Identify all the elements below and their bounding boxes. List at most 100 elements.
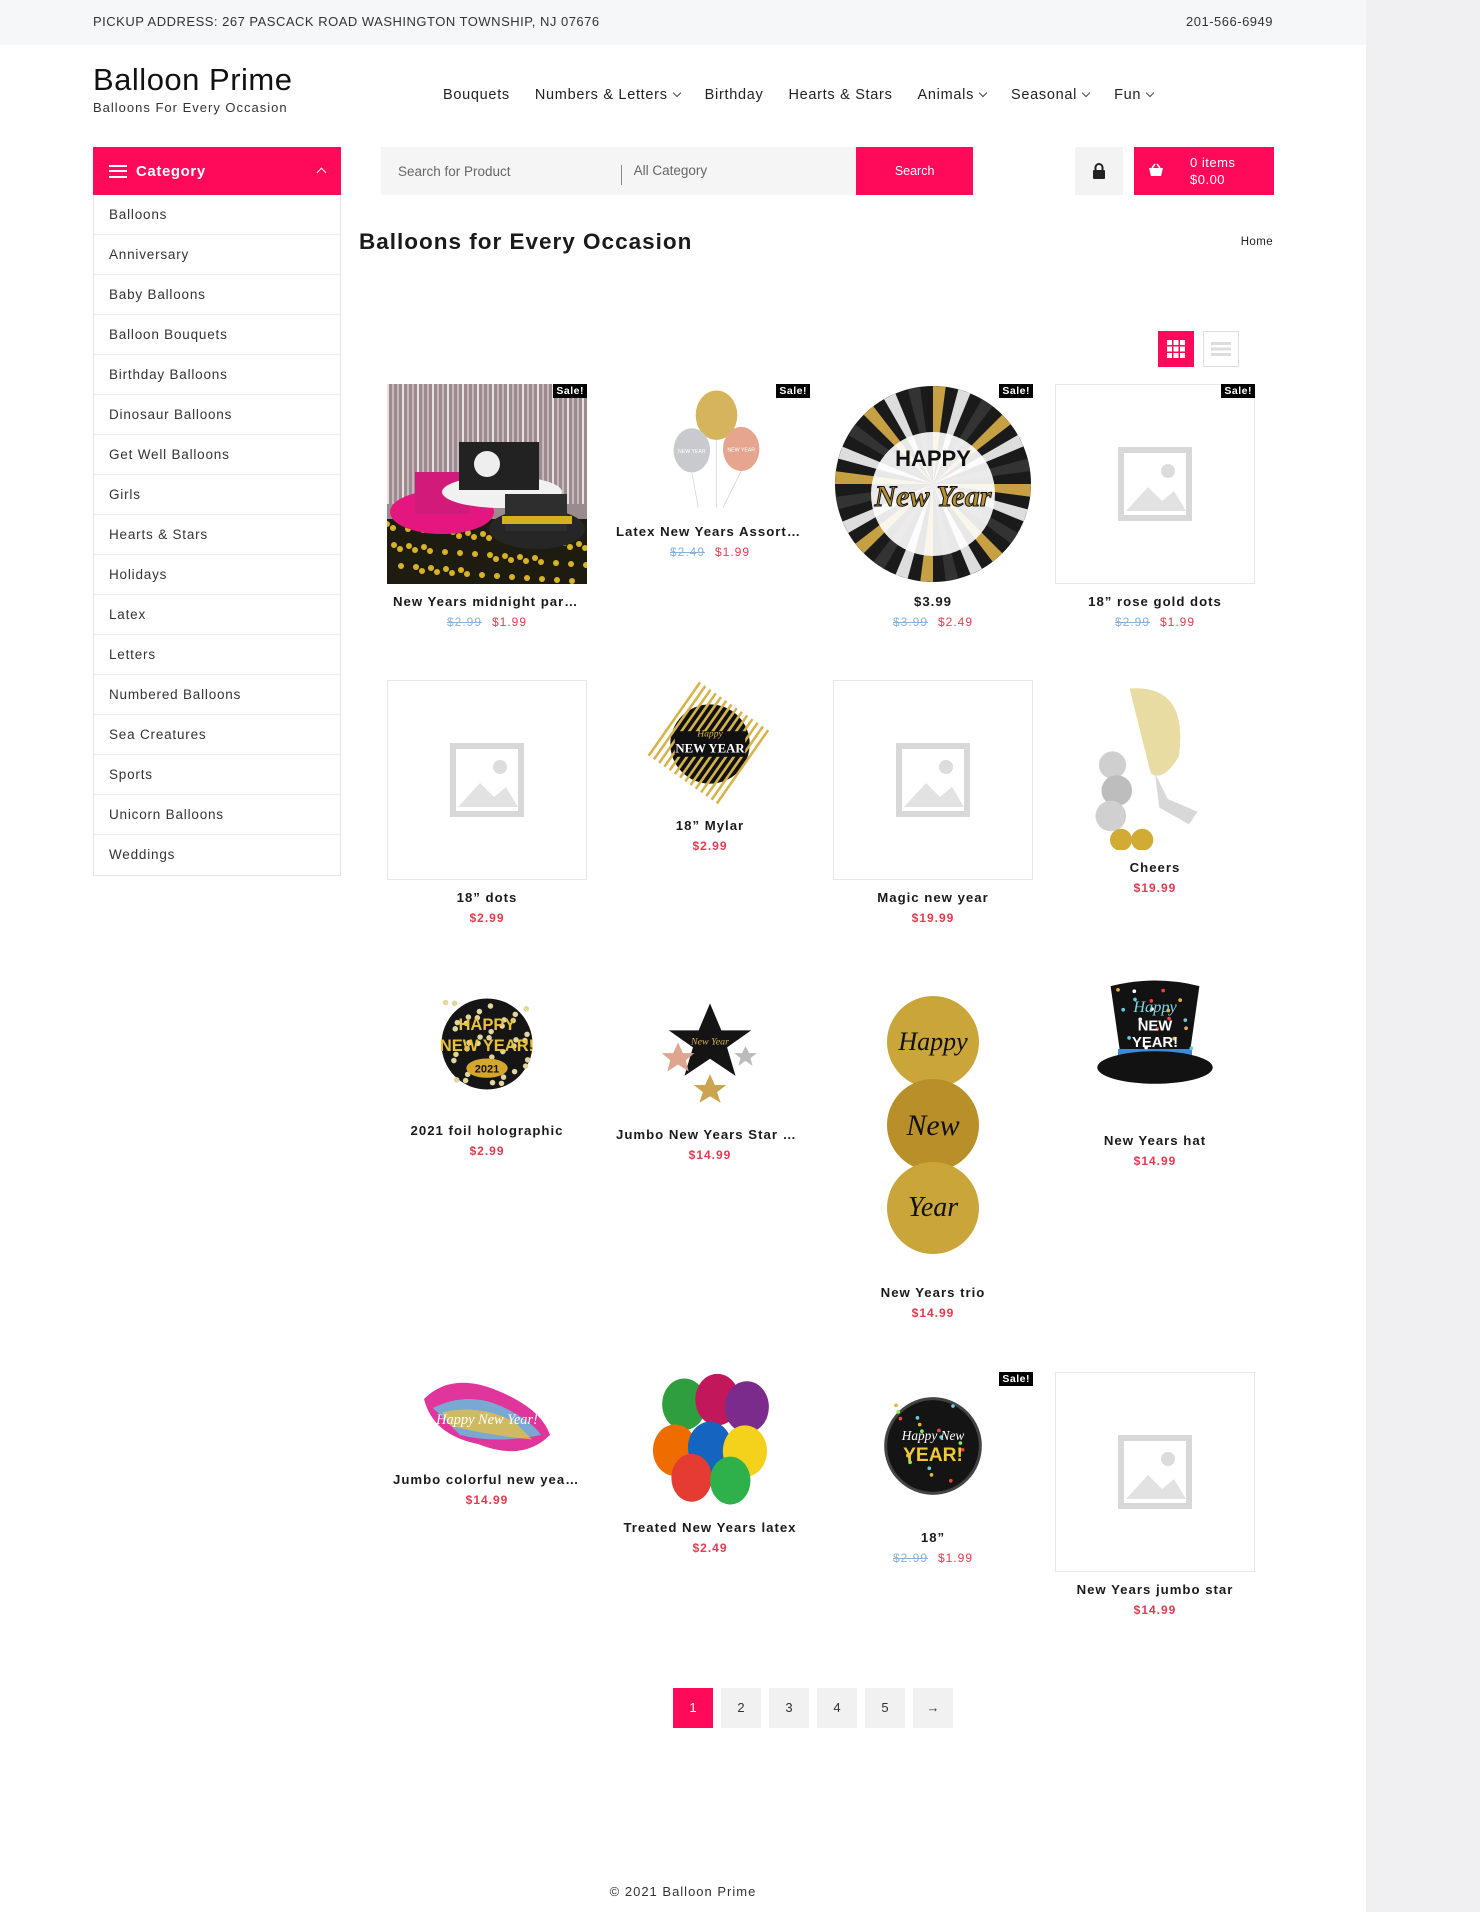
product-name[interactable]: 18” rose gold dots — [1055, 594, 1255, 609]
price-value: $14.99 — [1133, 1603, 1177, 1617]
svg-text:Happy New Year!: Happy New Year! — [435, 1412, 538, 1428]
product-name[interactable]: 18” — [833, 1530, 1033, 1545]
product-name[interactable]: New Years hat — [1055, 1133, 1255, 1148]
category-item[interactable]: Letters — [94, 635, 340, 675]
product-card[interactable]: HAPPY NEW YEAR! 2021 2021 foil holographi… — [387, 975, 587, 1158]
category-select[interactable]: All Category — [622, 147, 857, 195]
sale-badge: Sale! — [999, 384, 1033, 398]
nav-item[interactable]: Birthday — [705, 87, 764, 103]
product-name[interactable]: Jumbo New Years Star cluster — [610, 1127, 810, 1142]
category-item[interactable]: Sports — [94, 755, 340, 795]
cart-button[interactable]: 0 items $0.00 — [1134, 147, 1274, 195]
product-card[interactable]: New Year Jumbo New Years Star cluster $14.… — [610, 975, 810, 1162]
image-placeholder-icon — [896, 743, 970, 817]
search-input[interactable] — [381, 147, 621, 195]
category-item[interactable]: Numbered Balloons — [94, 675, 340, 715]
product-name[interactable]: Latex New Years Assortment — [610, 524, 810, 539]
product-card[interactable]: Happy New YEAR! Sale! 18” $2.99 $1.99 — [833, 1372, 1033, 1565]
category-item[interactable]: Get Well Balloons — [94, 435, 340, 475]
page-number-button[interactable]: 5 — [865, 1688, 905, 1728]
product-image[interactable]: New Year — [610, 975, 810, 1117]
category-item[interactable]: Birthday Balloons — [94, 355, 340, 395]
page-number-button[interactable]: 3 — [769, 1688, 809, 1728]
next-page-button[interactable]: → — [913, 1688, 953, 1728]
category-item[interactable]: Unicorn Balloons — [94, 795, 340, 835]
category-item[interactable]: Balloons — [94, 195, 340, 235]
product-image[interactable]: Happy New Year — [833, 975, 1033, 1275]
search-button[interactable]: Search — [856, 147, 974, 195]
product-image[interactable]: Happy NEW YEAR — [610, 680, 810, 808]
product-name[interactable]: New Years trio — [833, 1285, 1033, 1300]
breadcrumb-home[interactable]: Home — [1241, 236, 1273, 248]
product-name[interactable]: 18” dots — [387, 890, 587, 905]
product-name[interactable]: Magic new year — [833, 890, 1033, 905]
brand[interactable]: Balloon Prime Balloons For Every Occasio… — [93, 62, 292, 115]
product-image[interactable]: Happy NEW YEAR! — [1055, 975, 1255, 1123]
category-toggle[interactable]: Category — [93, 147, 341, 195]
product-image[interactable]: HAPPY NEW YEAR! 2021 — [387, 975, 587, 1113]
site-title[interactable]: Balloon Prime — [93, 62, 292, 98]
product-name[interactable]: New Years jumbo star — [1055, 1582, 1255, 1597]
product-card[interactable]: NEW YEAR NEW YEAR Sale! Latex New Years A… — [610, 384, 810, 559]
lock-icon — [1093, 163, 1105, 179]
page-number-button[interactable]: 1 — [673, 1688, 713, 1728]
product-image[interactable]: Sale! — [1055, 384, 1255, 584]
product-image[interactable] — [387, 680, 587, 880]
product-price: $2.99 $1.99 — [833, 1551, 1033, 1565]
category-item[interactable]: Baby Balloons — [94, 275, 340, 315]
nav-item[interactable]: Numbers & Letters — [535, 87, 681, 103]
product-image[interactable] — [833, 680, 1033, 880]
product-card[interactable]: 18” dots $2.99 — [387, 680, 587, 925]
product-card[interactable]: New Years jumbo star $14.99 — [1055, 1372, 1255, 1617]
product-image[interactable]: NEW YEAR NEW YEAR Sale! — [610, 384, 810, 514]
product-name[interactable]: New Years midnight party hats — [387, 594, 587, 609]
product-name[interactable]: $3.99 — [833, 594, 1033, 609]
svg-text:Year: Year — [908, 1192, 958, 1223]
product-card[interactable]: Sale!New Years midnight party hats$2.99$… — [384, 384, 589, 629]
product-image[interactable]: HAPPY New Year Sale! — [833, 384, 1033, 584]
product-name[interactable]: Cheers — [1055, 860, 1255, 875]
category-item[interactable]: Holidays — [94, 555, 340, 595]
product-card[interactable]: Treated New Years latex $2.49 — [610, 1372, 810, 1555]
product-card[interactable]: Happy New Year! Jumbo colorful new year b… — [387, 1372, 587, 1507]
product-image[interactable]: Happy New Year! — [387, 1372, 587, 1462]
product-name[interactable]: Treated New Years latex — [610, 1520, 810, 1535]
product-card[interactable]: Happy NEW YEAR 18” Mylar $2.99 — [610, 680, 810, 853]
nav-item[interactable]: Animals — [918, 87, 988, 103]
nav-item[interactable]: Seasonal — [1011, 87, 1091, 103]
product-name[interactable]: 18” Mylar — [610, 818, 810, 833]
product-image[interactable] — [1055, 1372, 1255, 1572]
price-value: $2.99 — [469, 911, 505, 925]
category-item[interactable]: Sea Creatures — [94, 715, 340, 755]
category-item[interactable]: Girls — [94, 475, 340, 515]
page-number-button[interactable]: 4 — [817, 1688, 857, 1728]
grid-view-button[interactable] — [1158, 331, 1194, 367]
product-image[interactable] — [1055, 680, 1255, 851]
nav-item[interactable]: Hearts & Stars — [788, 87, 892, 103]
product-card[interactable]: Happy NEW YEAR! New Years hat $14.99 — [1055, 975, 1255, 1168]
category-item[interactable]: Balloon Bouquets — [94, 315, 340, 355]
product-card[interactable]: Happy New Year New Years trio $14.99 — [833, 975, 1033, 1320]
product-card[interactable]: HAPPY New Year Sale! $3.99 $3.99 $2.49 — [833, 384, 1033, 629]
product-price: $2.49 $1.99 — [610, 545, 810, 559]
product-name[interactable]: 2021 foil holographic — [387, 1123, 587, 1138]
product-image[interactable]: Happy New YEAR! Sale! — [833, 1372, 1033, 1520]
category-item[interactable]: Hearts & Stars — [94, 515, 340, 555]
category-item[interactable]: Anniversary — [94, 235, 340, 275]
category-item[interactable]: Latex — [94, 595, 340, 635]
page-number-button[interactable]: 2 — [721, 1688, 761, 1728]
product-card[interactable]: Magic new year $19.99 — [833, 680, 1033, 925]
account-button[interactable] — [1075, 147, 1123, 195]
list-view-button[interactable] — [1203, 331, 1239, 367]
nav-item[interactable]: Bouquets — [443, 87, 510, 103]
product-card[interactable]: Sale! 18” rose gold dots $2.99 $1.99 — [1055, 384, 1255, 629]
product-image[interactable] — [610, 1372, 810, 1510]
nav-item[interactable]: Fun — [1114, 87, 1155, 103]
product-image[interactable]: Sale! — [384, 384, 589, 584]
product-name[interactable]: Jumbo colorful new year banner — [387, 1472, 587, 1487]
phone-number[interactable]: 201-566-6949 — [1186, 14, 1273, 29]
page: PICKUP ADDRESS: 267 PASCACK ROAD WASHING… — [0, 0, 1366, 1912]
product-card[interactable]: Cheers $19.99 — [1055, 680, 1255, 895]
category-item[interactable]: Dinosaur Balloons — [94, 395, 340, 435]
category-item[interactable]: Weddings — [94, 835, 340, 875]
